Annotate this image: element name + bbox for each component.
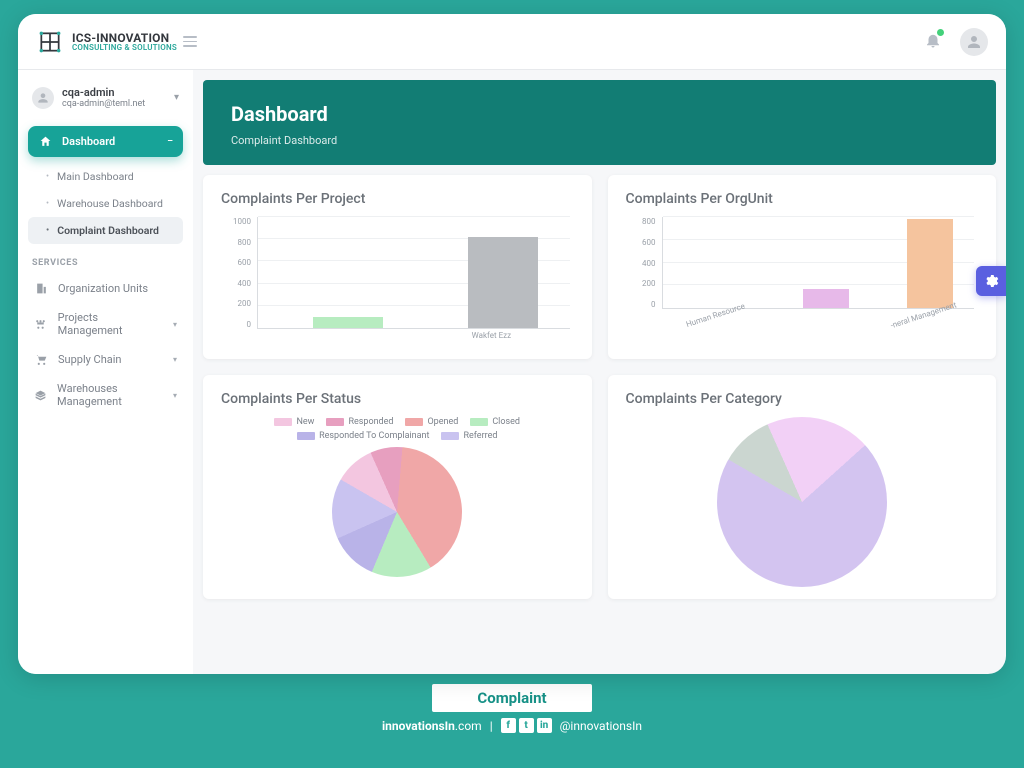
card-title: Complaints Per Project xyxy=(221,191,574,207)
logo-mark-icon xyxy=(36,28,64,56)
nav-dashboard[interactable]: Dashboard – xyxy=(28,126,183,157)
topbar: ICS-INNOVATION CONSULTING & SOLUTIONS xyxy=(18,14,1006,70)
service-label: Organization Units xyxy=(58,282,148,295)
sidebar-item-warehouses[interactable]: Warehouses Management ▾ xyxy=(28,374,183,416)
legend-item: New xyxy=(274,417,314,427)
notifications-button[interactable] xyxy=(924,31,942,53)
legend-item: Closed xyxy=(470,417,520,427)
brand-line2: CONSULTING & SOLUTIONS xyxy=(72,44,177,52)
footer-badge: Complaint xyxy=(432,684,591,712)
brand-logo[interactable]: ICS-INNOVATION CONSULTING & SOLUTIONS xyxy=(36,28,177,56)
legend-item: Referred xyxy=(441,431,497,441)
logo-svg-icon xyxy=(37,29,63,55)
y-axis: 8006004002000 xyxy=(626,217,660,309)
footer-divider: | xyxy=(490,719,493,733)
chevron-down-icon: ▾ xyxy=(173,320,177,329)
project-icon xyxy=(34,318,48,331)
y-axis: 10008006004002000 xyxy=(221,217,255,329)
settings-fab[interactable] xyxy=(976,266,1006,296)
legend-item: Opened xyxy=(405,417,458,427)
topbar-actions xyxy=(924,28,988,56)
sidebar-section-services: SERVICES xyxy=(32,258,179,268)
gear-icon xyxy=(983,273,999,289)
building-icon xyxy=(34,282,48,295)
sidebar-item-main-dashboard[interactable]: Main Dashboard xyxy=(28,163,183,190)
page-header: Dashboard Complaint Dashboard xyxy=(203,80,996,165)
brand-line1: ICS-INNOVATION xyxy=(72,32,177,44)
card-title: Complaints Per Status xyxy=(221,391,574,407)
x-axis: Human Resource-neral Management xyxy=(662,311,975,327)
notification-dot-icon xyxy=(937,29,944,36)
subitem-label: Main Dashboard xyxy=(57,170,134,183)
social-icons: f t in xyxy=(501,718,552,733)
service-label: Warehouses Management xyxy=(57,382,163,408)
sidebar-user-email: cqa-admin@teml.net xyxy=(62,99,145,109)
card-complaints-per-status: Complaints Per Status New Responded Opened… xyxy=(203,375,592,599)
collapse-icon: – xyxy=(167,137,173,147)
nav-dashboard-label: Dashboard xyxy=(62,135,157,148)
footer-site[interactable]: innovationsIn.com xyxy=(382,719,482,733)
footer-line: innovationsIn.com | f t in @innovationsI… xyxy=(382,718,642,733)
sidebar-item-org-units[interactable]: Organization Units xyxy=(28,274,183,303)
chart-per-category xyxy=(626,417,979,587)
dashboard-cards: Complaints Per Project 10008006004002000… xyxy=(193,165,1006,611)
dashboard-submenu: Main Dashboard Warehouse Dashboard Compl… xyxy=(28,163,183,244)
footer-handle[interactable]: @innovationsIn xyxy=(560,719,642,733)
cart-icon xyxy=(34,353,48,366)
card-complaints-per-category: Complaints Per Category xyxy=(608,375,997,599)
menu-toggle-icon[interactable] xyxy=(183,36,197,47)
page-title: Dashboard xyxy=(231,102,968,126)
legend-item: Responded xyxy=(326,417,393,427)
sidebar-item-projects[interactable]: Projects Management ▾ xyxy=(28,303,183,345)
chart-per-orgunit: 8006004002000 Human Resource-neral Manag… xyxy=(626,217,979,327)
layers-icon xyxy=(34,389,47,402)
avatar-icon xyxy=(965,33,983,51)
chart-per-status xyxy=(221,447,574,577)
plot-area xyxy=(257,217,570,329)
plot-area xyxy=(662,217,975,309)
linkedin-icon[interactable]: in xyxy=(537,718,552,733)
twitter-icon[interactable]: t xyxy=(519,718,534,733)
sidebar-avatar-icon xyxy=(32,87,54,109)
home-icon xyxy=(38,135,52,148)
legend-item: Responded To Complainant xyxy=(297,431,429,441)
breadcrumb: Complaint Dashboard xyxy=(231,134,968,147)
status-legend: New Responded Opened Closed Responded To Com… xyxy=(221,417,574,441)
content-area: Dashboard Complaint Dashboard Complaints… xyxy=(193,70,1006,674)
chart-per-project: 10008006004002000 Wakfet Ezz xyxy=(221,217,574,347)
card-title: Complaints Per OrgUnit xyxy=(626,191,979,207)
card-complaints-per-orgunit: Complaints Per OrgUnit 8006004002000 Hum… xyxy=(608,175,997,359)
main-region: cqa-admin cqa-admin@teml.net ▾ Dashboard… xyxy=(18,70,1006,674)
sidebar-item-complaint-dashboard[interactable]: Complaint Dashboard xyxy=(28,217,183,244)
subitem-label: Complaint Dashboard xyxy=(57,224,159,237)
facebook-icon[interactable]: f xyxy=(501,718,516,733)
user-avatar[interactable] xyxy=(960,28,988,56)
app-window: ICS-INNOVATION CONSULTING & SOLUTIONS cq… xyxy=(18,14,1006,674)
service-label: Projects Management xyxy=(58,311,163,337)
sidebar-item-warehouse-dashboard[interactable]: Warehouse Dashboard xyxy=(28,190,183,217)
sidebar-item-supply-chain[interactable]: Supply Chain ▾ xyxy=(28,345,183,374)
subitem-label: Warehouse Dashboard xyxy=(57,197,163,210)
sidebar-user[interactable]: cqa-admin cqa-admin@teml.net ▾ xyxy=(28,82,183,120)
chevron-down-icon: ▾ xyxy=(173,391,177,400)
service-label: Supply Chain xyxy=(58,353,122,366)
chevron-down-icon: ▾ xyxy=(173,355,177,364)
page-footer: Complaint innovationsIn.com | f t in @in… xyxy=(18,684,1006,733)
sidebar-user-info: cqa-admin cqa-admin@teml.net xyxy=(62,86,145,109)
pie-chart xyxy=(332,447,462,577)
sidebar-user-name: cqa-admin xyxy=(62,86,145,99)
sidebar: cqa-admin cqa-admin@teml.net ▾ Dashboard… xyxy=(18,70,193,674)
x-axis: Wakfet Ezz xyxy=(257,331,570,347)
card-complaints-per-project: Complaints Per Project 10008006004002000… xyxy=(203,175,592,359)
pie-chart xyxy=(717,417,887,587)
card-title: Complaints Per Category xyxy=(626,391,979,407)
brand-text: ICS-INNOVATION CONSULTING & SOLUTIONS xyxy=(72,32,177,52)
chevron-down-icon: ▾ xyxy=(174,92,179,103)
